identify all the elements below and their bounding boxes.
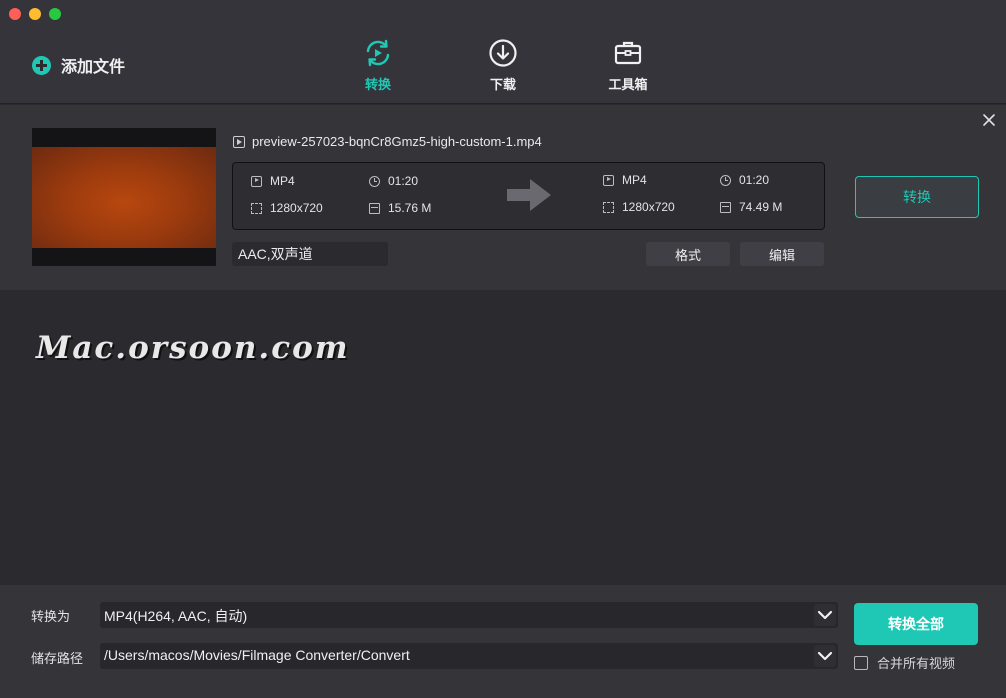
convert-all-button[interactable]: 转换全部 (854, 603, 978, 645)
add-file-button[interactable]: 添加文件 (32, 53, 125, 77)
file-list-area[interactable]: Mac.orsoon.com (0, 290, 1006, 585)
bottom-bar: 转换为 MP4(H264, AAC, 自动) 储存路径 /Users/macos… (0, 585, 1006, 698)
clock-icon (369, 175, 380, 187)
arrow-right-icon (507, 179, 551, 211)
output-format-select[interactable]: MP4(H264, AAC, 自动) (100, 602, 838, 628)
download-icon (489, 39, 517, 67)
source-size: 15.76 M (369, 201, 431, 215)
source-format: MP4 (251, 174, 295, 188)
play-icon[interactable] (233, 135, 245, 148)
convert-button[interactable]: 转换 (855, 176, 979, 218)
format-button[interactable]: 格式 (646, 242, 730, 266)
tab-convert-label: 转换 (364, 77, 391, 92)
resolution-icon (603, 201, 614, 213)
output-format-value: MP4(H264, AAC, 自动) (104, 608, 248, 624)
window-controls (9, 8, 61, 20)
conversion-info: MP4 01:20 1280x720 15.76 M MP4 01:20 128… (232, 162, 825, 230)
target-duration: 01:20 (720, 173, 769, 187)
convert-icon (366, 39, 390, 67)
source-duration: 01:20 (369, 174, 418, 188)
file-name: preview-257023-bqnCr8Gmz5-high-custom-1.… (233, 134, 542, 149)
video-file-icon (603, 174, 614, 186)
close-window-button[interactable] (9, 8, 21, 20)
file-size-icon (369, 202, 380, 214)
target-duration-value: 01:20 (739, 173, 770, 187)
tab-convert[interactable]: 转换 (343, 38, 413, 93)
clock-icon (720, 174, 731, 186)
target-format-value: MP4 (622, 173, 647, 187)
convert-to-label: 转换为 (31, 609, 71, 624)
audio-track-select[interactable]: AAC,双声道 (232, 242, 388, 266)
file-item: preview-257023-bqnCr8Gmz5-high-custom-1.… (0, 105, 1006, 290)
merge-videos-option[interactable]: 合并所有视频 (854, 653, 955, 672)
tab-download-label: 下载 (489, 77, 516, 92)
thumbnail-frame (32, 147, 216, 248)
toolbar: 添加文件 转换 下载 工具箱 (0, 0, 1006, 104)
toolbox-icon (614, 41, 642, 65)
source-duration-value: 01:20 (388, 174, 419, 188)
plus-circle-icon (32, 55, 51, 75)
add-file-label: 添加文件 (61, 59, 126, 76)
target-size: 74.49 M (720, 200, 782, 214)
close-icon[interactable] (982, 113, 996, 127)
video-file-icon (251, 175, 262, 187)
minimize-window-button[interactable] (29, 8, 41, 20)
file-size-icon (720, 201, 731, 213)
merge-checkbox[interactable] (854, 655, 868, 670)
edit-button[interactable]: 编辑 (740, 242, 824, 266)
target-size-value: 74.49 M (739, 200, 783, 214)
tab-toolbox[interactable]: 工具箱 (593, 38, 663, 93)
zoom-window-button[interactable] (49, 8, 61, 20)
chevron-down-icon[interactable] (814, 645, 836, 667)
source-format-value: MP4 (270, 174, 295, 188)
target-format: MP4 (603, 173, 647, 187)
save-path-label: 储存路径 (31, 651, 84, 666)
target-resolution-value: 1280x720 (622, 200, 675, 214)
save-path-value: /Users/macos/Movies/Filmage Converter/Co… (104, 647, 410, 663)
chevron-down-icon[interactable] (814, 604, 836, 626)
tab-toolbox-label: 工具箱 (608, 77, 648, 92)
merge-label: 合并所有视频 (877, 656, 956, 671)
save-path-select[interactable]: /Users/macos/Movies/Filmage Converter/Co… (100, 643, 838, 669)
source-size-value: 15.76 M (388, 201, 432, 215)
tab-download[interactable]: 下载 (468, 38, 538, 93)
source-resolution-value: 1280x720 (270, 201, 323, 215)
target-resolution: 1280x720 (603, 200, 675, 214)
resolution-icon (251, 202, 262, 214)
source-resolution: 1280x720 (251, 201, 323, 215)
video-thumbnail[interactable] (32, 128, 216, 266)
watermark: Mac.orsoon.com (36, 330, 350, 366)
file-name-text: preview-257023-bqnCr8Gmz5-high-custom-1.… (252, 134, 542, 149)
